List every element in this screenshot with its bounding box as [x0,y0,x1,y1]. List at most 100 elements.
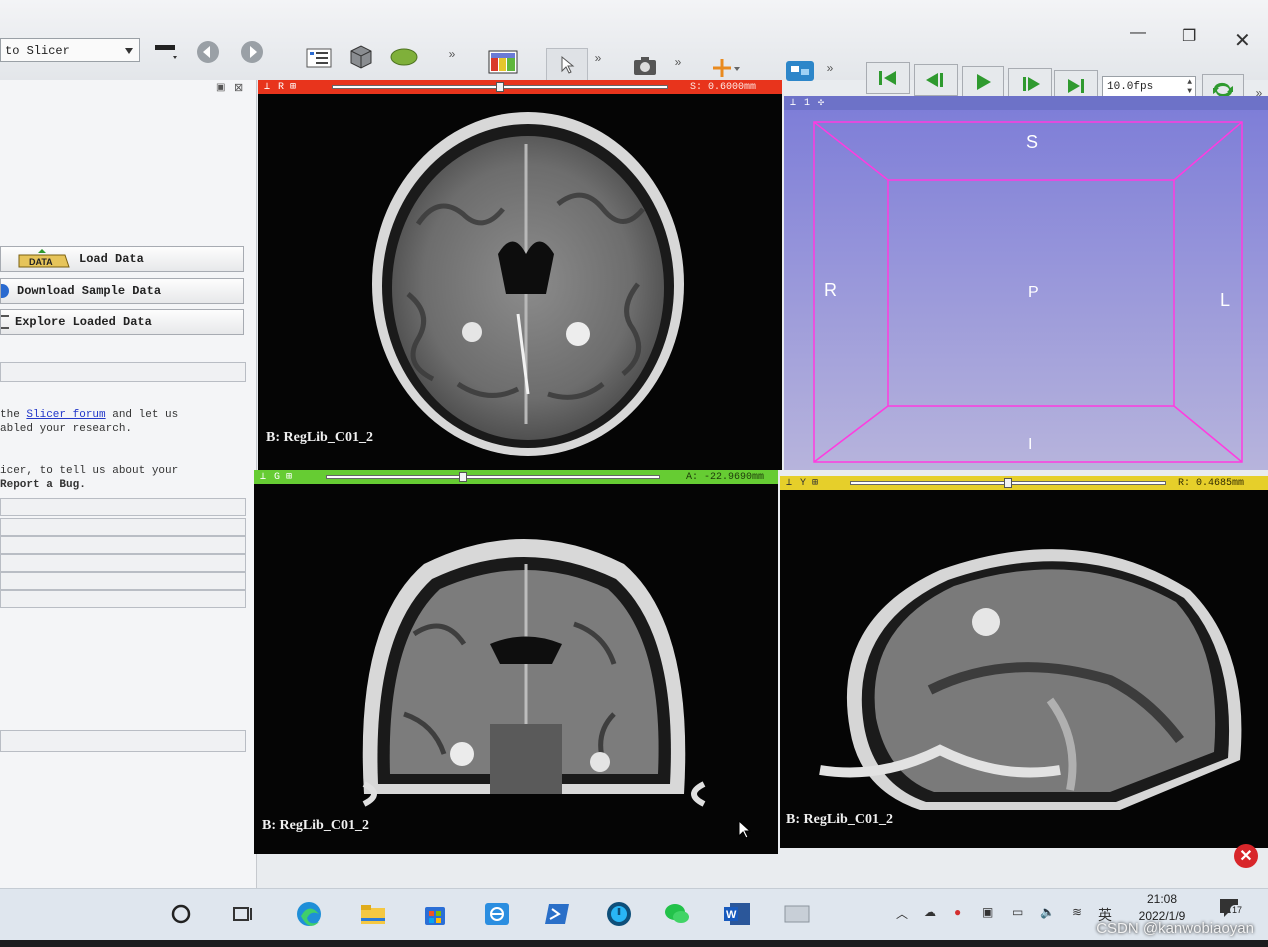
center-view-icon[interactable]: ✣ [818,97,824,109]
crosshair-icon[interactable] [708,56,742,80]
help-line: the Slicer forum and let us [0,408,244,422]
3d-bounding-box [813,121,1243,463]
report-bug-link[interactable]: Report a Bug. [0,478,244,492]
close-icon[interactable]: ✕ [1234,28,1251,53]
fps-spinbox[interactable]: 10.0fps ▲ ▼ [1102,76,1196,98]
link-icon[interactable]: ⊞ [286,471,292,483]
search-circle-icon[interactable] [166,899,196,929]
green-slice-view[interactable]: ⊥ G ⊞ A: -22.9690mm B: RegLib_C01_2 [254,470,778,854]
collapsible-section-header[interactable] [0,730,246,752]
orientation-inferior: I [1028,436,1033,453]
orientation-left: L [1220,290,1231,310]
coronal-brain-image [362,539,706,807]
green-view-volume-label: B: RegLib_C01_2 [262,818,369,833]
mouse-mode-select-icon[interactable] [546,48,588,82]
chevron-down-icon [125,48,133,54]
spin-arrows-icon[interactable]: ▲ ▼ [1187,78,1192,96]
microsoft-store-icon[interactable] [420,899,450,929]
explore-loaded-label: Explore Loaded Data [15,315,152,329]
volume-icon[interactable]: 🔈 [1040,905,1055,919]
slicer-forum-link[interactable]: Slicer forum [26,409,105,421]
play-icon[interactable] [962,66,1004,98]
more-chevron-icon[interactable]: » [822,58,838,78]
download-icon [1,284,9,298]
layout-icon[interactable] [486,48,520,76]
previous-frame-icon[interactable] [914,64,958,96]
download-sample-data-button[interactable]: Download Sample Data [0,278,244,304]
models-module-icon[interactable] [388,44,420,70]
task-view-icon[interactable] [228,899,258,929]
module-selector-value: to Slicer [5,44,70,58]
forward-arrow-icon[interactable] [238,38,266,66]
green-slice-offset: A: -22.9690mm [685,471,764,483]
yellow-view-letter: Y [800,477,807,489]
data-folder-icon: DATA [18,249,70,268]
close-panel-icon[interactable]: ⊠ [234,81,243,94]
yellow-slider-thumb[interactable] [1004,478,1012,488]
more-chevron-icon[interactable]: » [670,52,686,72]
file-explorer-icon[interactable] [358,899,388,929]
main-toolbar: to Slicer » » » » 10.0fps ▲ ▼ » — ❐ ✕ [0,0,1268,106]
notification-center-icon[interactable]: 17 [1218,897,1246,921]
collapsible-section-header[interactable] [0,590,246,608]
battery-icon[interactable]: ▭ [1012,905,1023,919]
yellow-slice-view[interactable]: ⊥ Y ⊞ R: 0.4685mm B: RegLib_C01_2 [780,476,1268,848]
more-chevron-icon[interactable]: » [444,44,460,64]
back-arrow-icon[interactable] [194,38,222,66]
clock-time: 21:08 [1146,892,1178,906]
help-text-fragment: the [0,409,27,421]
powershell-icon[interactable] [542,899,572,929]
fps-value: 10.0fps [1107,81,1154,93]
download-sample-label: Download Sample Data [17,284,162,298]
module-selector[interactable]: to Slicer [0,38,140,62]
minimize-icon[interactable]: — [1130,24,1146,42]
slicer-app-icon[interactable] [782,899,812,929]
collapsible-section-header[interactable] [0,572,246,590]
app-power-icon[interactable] [604,899,634,929]
more-chevron-icon[interactable]: » [590,48,606,68]
remote-app-icon[interactable] [482,899,512,929]
maximize-icon[interactable]: ❐ [1182,26,1196,46]
word-icon[interactable]: W [722,899,752,929]
qq-icon[interactable]: ● [954,905,961,919]
3d-view[interactable]: ⊥ 1 ✣ S R P L I [784,96,1268,470]
collapsible-section-header[interactable] [0,362,246,382]
pin-icon[interactable]: ⊥ [790,97,796,109]
mouse-cursor-icon [738,819,754,845]
explore-loaded-data-button[interactable]: Explore Loaded Data [0,309,244,335]
axial-brain-image [372,112,684,456]
module-history-icon[interactable] [150,38,180,64]
red-slider-thumb[interactable] [496,82,504,92]
collapsible-section-header[interactable] [0,554,246,572]
volumes-module-icon[interactable] [346,42,376,70]
green-slice-slider[interactable] [326,475,660,479]
wechat-icon[interactable] [662,899,692,929]
module-panel: ▣ ⊠ DATA Load Data Download Sample Data … [0,80,257,890]
watermark-text: CSDN @kanwobiaoyan [1096,920,1254,937]
collapsible-section-header[interactable] [0,536,246,554]
link-icon[interactable]: ⊞ [812,477,818,489]
red-slice-view[interactable]: ⊥ R ⊞ S: 0.6000mm B: RegLib_C01_2 [258,80,782,470]
show-hidden-icons-icon[interactable]: ︿ [896,905,908,922]
svg-text:DATA: DATA [29,257,53,267]
undock-icon[interactable]: ▣ [216,82,225,93]
device-icon[interactable]: ▣ [982,905,993,919]
collapsible-section-header[interactable] [0,518,246,536]
collapsible-section-header[interactable] [0,498,246,516]
screenshot-camera-icon[interactable] [630,52,660,80]
error-close-icon[interactable]: ✕ [1234,844,1258,868]
green-slider-thumb[interactable] [458,472,467,482]
pin-icon[interactable]: ⊥ [786,477,792,489]
data-module-icon[interactable] [304,44,334,72]
wifi-icon[interactable]: ≋ [1072,905,1082,919]
first-frame-icon[interactable] [866,62,910,94]
notification-count: 17 [1230,905,1245,915]
extensions-icon[interactable] [784,58,816,84]
edge-browser-icon[interactable] [294,899,324,929]
link-icon[interactable]: ⊞ [290,81,296,93]
pin-icon[interactable]: ⊥ [264,81,270,93]
red-view-volume-label: B: RegLib_C01_2 [266,430,373,445]
onedrive-icon[interactable]: ☁ [924,905,936,919]
load-data-button[interactable]: DATA Load Data [0,246,244,272]
pin-icon[interactable]: ⊥ [260,471,266,483]
